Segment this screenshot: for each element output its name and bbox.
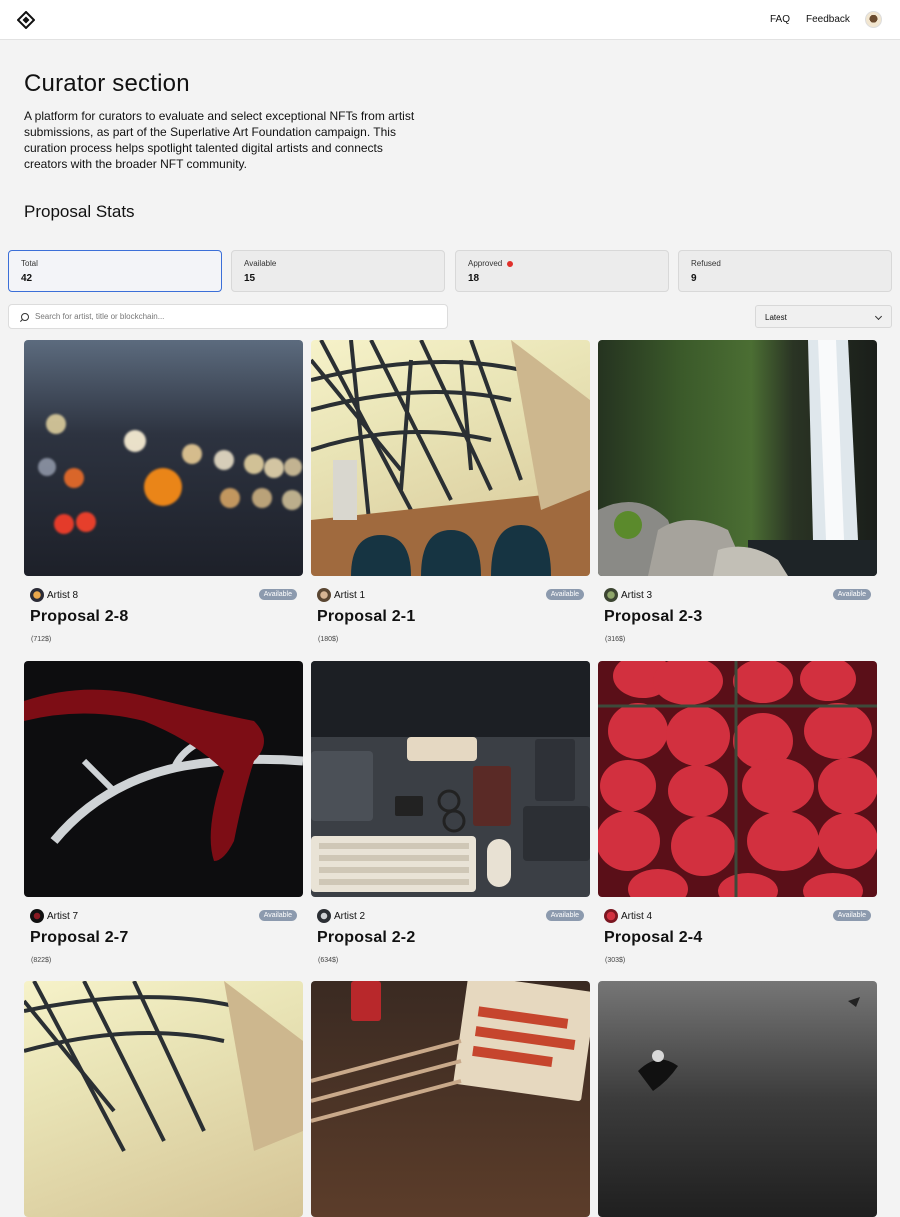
stat-label: Approved [468,259,503,268]
status-badge: Available [545,910,584,921]
proposal-image [311,340,590,576]
card-meta: Artist 8 Available Proposal 2-8 (712$) [24,576,303,660]
proposal-card[interactable]: Artist 3 Available Proposal 2-3 (316$) [598,340,877,660]
nav-faq-link[interactable]: FAQ [770,14,790,25]
proposal-image [598,661,877,897]
search-bar [8,304,448,329]
top-bar: FAQ Feedback [0,0,900,40]
proposal-image [311,661,590,897]
artist-name[interactable]: Artist 3 [621,590,652,601]
proposal-card[interactable] [311,981,590,1217]
proposal-image [598,340,877,576]
sort-select[interactable]: Latest [755,305,892,328]
search-input[interactable] [35,312,415,321]
artist-name[interactable]: Artist 2 [334,911,365,922]
artist-name[interactable]: Artist 4 [621,911,652,922]
page-description: A platform for curators to evaluate and … [24,109,415,171]
chevron-down-icon [874,312,883,321]
stat-refused[interactable]: Refused 9 [678,250,892,292]
status-badge: Available [258,910,297,921]
stat-value: 15 [244,273,256,284]
proposal-card[interactable]: Artist 2 Available Proposal 2-2 (634$) [311,661,590,981]
proposal-card[interactable]: Artist 7 Available Proposal 2-7 (822$) [24,661,303,981]
logo-icon[interactable] [17,11,35,29]
proposal-title[interactable]: Proposal 2-3 [604,608,702,626]
notification-dot-icon [507,260,514,267]
stat-label: Available [244,259,277,268]
card-meta: Artist 4 Available Proposal 2-4 (303$) [598,897,877,981]
stat-label: Refused [691,259,721,268]
stat-approved[interactable]: Approved 18 [455,250,669,292]
proposal-image [24,340,303,576]
proposal-price: (822$) [31,957,52,964]
status-badge: Available [832,589,871,600]
proposal-title[interactable]: Proposal 2-4 [604,929,702,947]
stat-value: 42 [21,273,33,284]
proposal-title[interactable]: Proposal 2-2 [317,929,415,947]
proposal-image [24,661,303,897]
card-meta: Artist 7 Available Proposal 2-7 (822$) [24,897,303,981]
card-meta: Artist 3 Available Proposal 2-3 (316$) [598,576,877,660]
card-meta: Artist 1 Available Proposal 2-1 (180$) [311,576,590,660]
artist-avatar [30,909,44,923]
proposal-card[interactable] [598,981,877,1217]
artist-name[interactable]: Artist 1 [334,590,365,601]
card-meta: Artist 2 Available Proposal 2-2 (634$) [311,897,590,981]
proposal-image [311,981,590,1217]
proposal-price: (303$) [605,957,626,964]
stat-value: 9 [691,273,697,284]
proposal-title[interactable]: Proposal 2-8 [30,608,128,626]
status-badge: Available [545,589,584,600]
artist-avatar [604,588,618,602]
proposal-image [24,981,303,1217]
proposal-title[interactable]: Proposal 2-1 [317,608,415,626]
artist-avatar [30,588,44,602]
proposal-card[interactable]: Artist 4 Available Proposal 2-4 (303$) [598,661,877,981]
stat-total[interactable]: Total 42 [8,250,222,292]
proposal-image [598,981,877,1217]
nav-feedback-link[interactable]: Feedback [806,14,850,25]
page-title: Curator section [24,70,190,97]
status-badge: Available [258,589,297,600]
status-badge: Available [832,910,871,921]
sort-selected-value: Latest [765,313,787,322]
artist-avatar [317,909,331,923]
proposal-price: (316$) [605,636,626,643]
proposal-price: (180$) [318,636,339,643]
user-avatar[interactable] [865,11,882,28]
proposal-card[interactable]: Artist 8 Available Proposal 2-8 (712$) [24,340,303,660]
stats-section-title: Proposal Stats [24,202,135,221]
artist-name[interactable]: Artist 8 [47,590,78,601]
proposal-card[interactable]: Artist 1 Available Proposal 2-1 (180$) [311,340,590,660]
stat-value: 18 [468,273,480,284]
stat-available[interactable]: Available 15 [231,250,445,292]
proposal-card[interactable] [24,981,303,1217]
proposal-title[interactable]: Proposal 2-7 [30,929,128,947]
stat-label-row: Approved [468,259,656,268]
search-icon [21,312,29,321]
artist-avatar [317,588,331,602]
proposal-price: (634$) [318,957,339,964]
artist-name[interactable]: Artist 7 [47,911,78,922]
proposal-price: (712$) [31,636,52,643]
stat-label: Total [21,259,38,268]
artist-avatar [604,909,618,923]
